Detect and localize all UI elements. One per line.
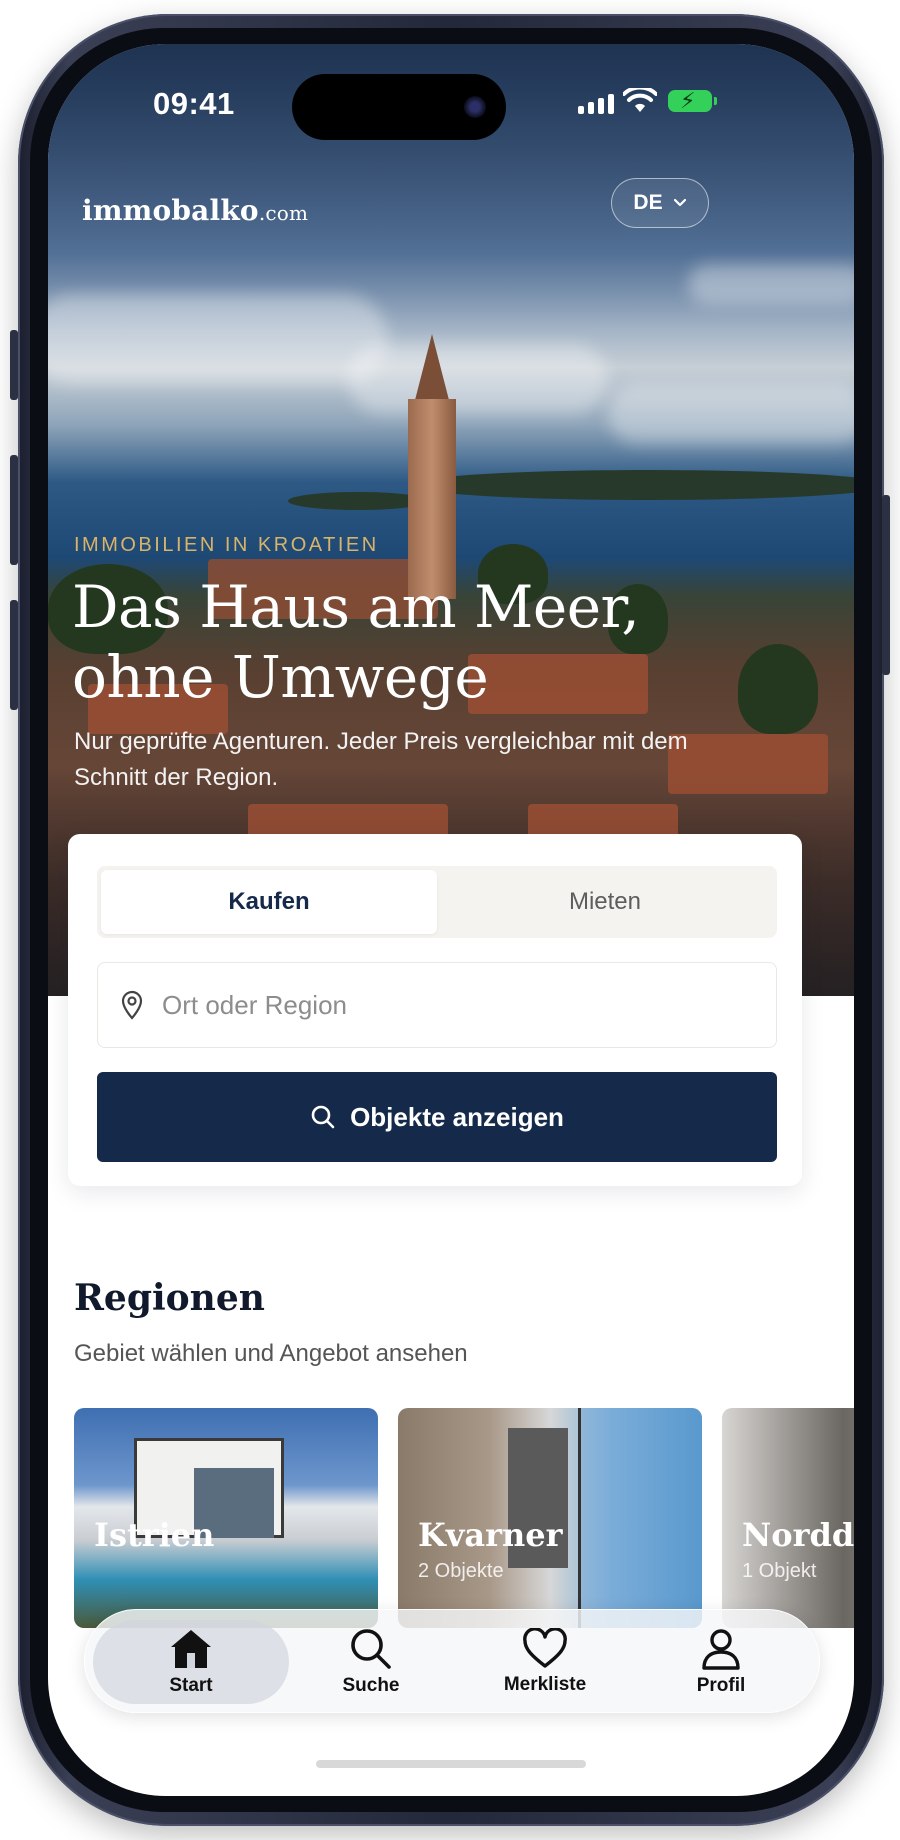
dynamic-island	[292, 74, 506, 140]
logo[interactable]: immobalko.com	[82, 194, 308, 227]
region-count: 2 Objekte	[418, 1560, 504, 1582]
tab-label: Merkliste	[503, 1674, 587, 1695]
tab-label: Suche	[342, 1675, 400, 1696]
region-card-kvarner[interactable]: Kvarner 2 Objekte	[398, 1408, 702, 1628]
search-icon	[351, 1629, 391, 1669]
camera-icon	[464, 96, 486, 118]
region-card-norddalmatien[interactable]: Nordd 1 Objekt	[722, 1408, 854, 1628]
region-name: Nordd	[742, 1516, 854, 1554]
tab-merkliste[interactable]: Merkliste	[455, 1620, 635, 1704]
battery-icon: ⚡	[668, 88, 717, 113]
home-indicator	[316, 1760, 586, 1768]
tab-label: Start	[169, 1675, 213, 1696]
volume-up-button	[10, 455, 18, 565]
buy-rent-toggle: Kaufen Mieten	[97, 866, 777, 938]
status-time: 09:41	[153, 86, 235, 121]
tab-start[interactable]: Start	[93, 1620, 289, 1704]
hero-eyebrow: IMMOBILIEN IN KROATIEN	[74, 534, 379, 556]
power-button	[882, 495, 890, 675]
page: 09:41 ⚡ immobalko.com DE IMMOBILIEN IN K…	[0, 0, 900, 1840]
search-icon	[311, 1105, 335, 1129]
hero-subtitle: Nur geprüfte Agenturen. Jeder Preis verg…	[74, 728, 688, 791]
region-card-istrien[interactable]: Istrien	[74, 1408, 378, 1628]
hero-title: Das Haus am Meer, ohne Umwege	[72, 573, 640, 711]
language-selector[interactable]: DE	[611, 178, 709, 228]
tab-profil[interactable]: Profil	[631, 1620, 811, 1704]
map-pin-icon	[121, 990, 143, 1020]
region-name: Kvarner	[418, 1516, 563, 1554]
region-count: 1 Objekt	[742, 1560, 817, 1582]
volume-down-button	[10, 600, 18, 710]
wifi-icon	[623, 88, 657, 112]
location-input[interactable]	[162, 963, 752, 1047]
screen: 09:41 ⚡ immobalko.com DE IMMOBILIEN IN K…	[48, 44, 854, 1796]
tab-kaufen[interactable]: Kaufen	[101, 870, 437, 934]
logo-suffix: .com	[258, 201, 309, 225]
show-properties-label: Objekte anzeigen	[350, 1101, 564, 1132]
heart-icon	[523, 1628, 567, 1668]
search-card: Kaufen Mieten Objekte anzeigen	[68, 834, 802, 1186]
location-field[interactable]	[97, 962, 777, 1048]
bottom-tab-bar: Start Suche Merkliste Profil	[84, 1609, 820, 1713]
home-icon	[171, 1630, 211, 1668]
user-icon	[702, 1629, 740, 1670]
action-button	[10, 330, 18, 400]
regions-title: Regionen	[74, 1277, 265, 1319]
tab-label: Profil	[696, 1675, 746, 1696]
region-name: Istrien	[94, 1516, 215, 1554]
tab-suche[interactable]: Suche	[281, 1620, 461, 1704]
show-properties-button[interactable]: Objekte anzeigen	[97, 1072, 777, 1162]
language-label: DE	[633, 191, 663, 214]
signal-icon	[578, 94, 614, 114]
regions-subtitle: Gebiet wählen und Angebot ansehen	[74, 1340, 468, 1367]
tab-mieten[interactable]: Mieten	[437, 870, 773, 934]
logo-main: immobalko	[82, 194, 259, 227]
chevron-down-icon	[673, 198, 686, 207]
